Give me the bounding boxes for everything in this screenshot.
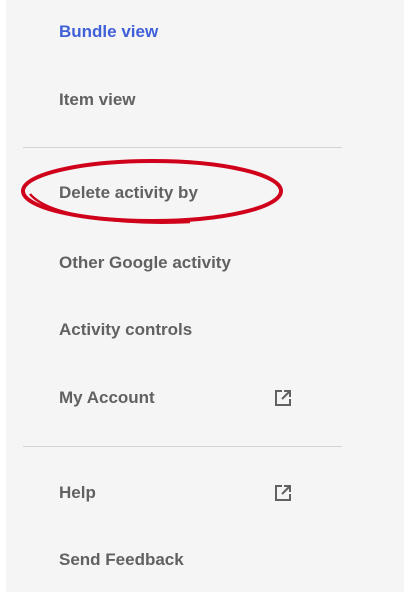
menu-divider xyxy=(23,147,342,148)
menu-item-label: Help xyxy=(59,483,96,502)
sidebar-menu: Bundle view Item view Delete activity by… xyxy=(6,0,404,592)
menu-item-label: Item view xyxy=(59,90,136,109)
menu-item-label: Other Google activity xyxy=(59,253,231,272)
activity-panel: Bundle view Item view Delete activity by… xyxy=(0,0,409,592)
menu-divider xyxy=(23,446,342,447)
menu-item-bundle-view[interactable]: Bundle view xyxy=(59,12,329,52)
menu-item-send-feedback[interactable]: Send Feedback xyxy=(59,540,329,580)
menu-item-help[interactable]: Help xyxy=(59,473,329,513)
menu-item-other-google-activity[interactable]: Other Google activity xyxy=(59,243,329,283)
menu-item-delete-activity-by[interactable]: Delete activity by xyxy=(59,173,329,213)
menu-item-label: Bundle view xyxy=(59,22,159,41)
menu-item-label: Activity controls xyxy=(59,320,193,339)
menu-item-activity-controls[interactable]: Activity controls xyxy=(59,310,329,350)
menu-item-item-view[interactable]: Item view xyxy=(59,80,329,120)
menu-item-label: Send Feedback xyxy=(59,550,184,569)
menu-item-my-account[interactable]: My Account xyxy=(59,378,329,418)
menu-item-label: My Account xyxy=(59,388,155,407)
menu-item-label: Delete activity by xyxy=(59,183,198,202)
open-in-new-icon xyxy=(275,485,291,501)
open-in-new-icon xyxy=(275,390,291,406)
